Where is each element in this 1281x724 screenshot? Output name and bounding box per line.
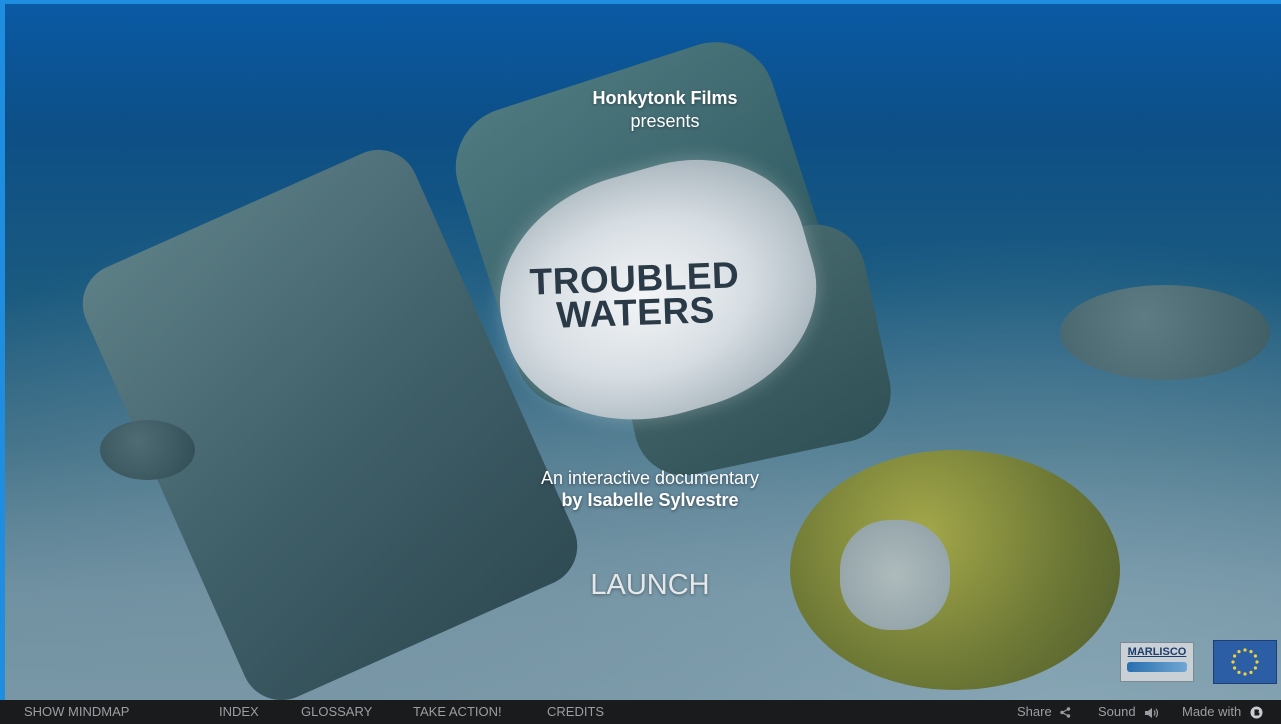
sound-toggle[interactable]: Sound <box>1098 700 1159 724</box>
eu-stars-icon <box>1231 648 1259 676</box>
bottom-toolbar: SHOW MINDMAP INDEX GLOSSARY TAKE ACTION!… <box>0 700 1281 724</box>
share-label: Share <box>1017 704 1052 719</box>
share-button[interactable]: Share <box>1017 700 1071 724</box>
made-with-link[interactable]: Made with <box>1182 700 1263 724</box>
studio-name: Honkytonk Films <box>592 88 738 108</box>
brand-icon <box>1250 706 1263 719</box>
share-icon <box>1060 707 1071 718</box>
top-border <box>0 0 1281 4</box>
index-link[interactable]: INDEX <box>219 700 259 724</box>
documentary-byline: An interactive documentary by Isabelle S… <box>500 467 800 511</box>
speaker-icon <box>1145 707 1159 718</box>
glossary-link[interactable]: GLOSSARY <box>301 700 372 724</box>
documentary-title: TROUBLED WATERS <box>519 254 751 335</box>
background-coral-bleached <box>840 520 950 630</box>
credits-link[interactable]: CREDITS <box>547 700 604 724</box>
presenter-credit: Honkytonk Films presents <box>540 87 790 133</box>
author-text: by Isabelle Sylvestre <box>561 490 739 510</box>
presents-label: presents <box>630 111 700 131</box>
take-action-link[interactable]: TAKE ACTION! <box>413 700 502 724</box>
intro-screen: Honkytonk Films presents TROUBLED WATERS… <box>0 0 1281 724</box>
show-mindmap-link[interactable]: SHOW MINDMAP <box>24 700 129 724</box>
sound-label: Sound <box>1098 704 1136 719</box>
background-reef-left <box>100 420 195 480</box>
eu-flag-logo <box>1213 640 1277 684</box>
left-border <box>0 0 5 700</box>
launch-button[interactable]: LAUNCH <box>560 565 740 605</box>
marlisco-logo-text: MARLISCO <box>1127 646 1187 658</box>
marlisco-logo-wave <box>1127 662 1187 672</box>
made-with-label: Made with <box>1182 704 1242 719</box>
subtitle-text: An interactive documentary <box>540 468 760 488</box>
background-reef-right <box>1060 285 1270 380</box>
marlisco-logo: MARLISCO <box>1120 642 1194 682</box>
